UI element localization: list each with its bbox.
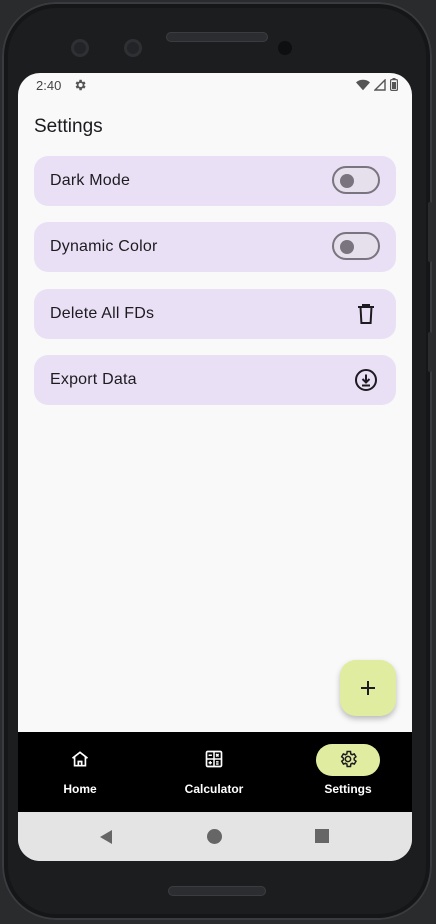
- back-icon[interactable]: [99, 829, 113, 845]
- status-time: 2:40: [36, 78, 62, 93]
- home-circle-icon[interactable]: [207, 829, 222, 844]
- signal-icon: [374, 78, 386, 91]
- setting-delete-all-fds[interactable]: Delete All FDs: [34, 289, 396, 339]
- front-sensor: [71, 39, 89, 57]
- system-navigation-bar: [18, 812, 412, 861]
- setting-dynamic-color[interactable]: Dynamic Color: [34, 222, 396, 272]
- calculator-icon: [205, 750, 223, 768]
- bottom-speaker: [168, 886, 266, 896]
- switch-knob: [340, 174, 354, 188]
- gear-icon: [340, 750, 357, 768]
- nav-label: Home: [63, 782, 97, 796]
- home-icon: [71, 751, 89, 767]
- add-fab-button[interactable]: [340, 660, 396, 716]
- setting-export-data[interactable]: Export Data: [34, 355, 396, 405]
- proximity-sensor: [278, 41, 292, 55]
- power-button: [428, 332, 432, 372]
- plus-icon: [361, 681, 375, 695]
- bottom-navigation: Home Calculator Settings: [18, 732, 412, 812]
- wifi-icon: [356, 79, 370, 90]
- download-circle-icon[interactable]: [354, 368, 378, 392]
- nav-item-home[interactable]: Home: [20, 732, 140, 812]
- trash-icon[interactable]: [354, 302, 378, 326]
- volume-button: [428, 202, 432, 262]
- gear-icon: [75, 79, 86, 91]
- nav-label: Settings: [324, 782, 372, 796]
- recents-icon[interactable]: [315, 829, 329, 843]
- setting-label: Dynamic Color: [50, 238, 158, 255]
- switch-knob: [340, 240, 354, 254]
- front-camera: [124, 39, 142, 57]
- earpiece-speaker: [166, 32, 268, 42]
- setting-label: Dark Mode: [50, 172, 131, 189]
- status-icons: [356, 78, 398, 91]
- battery-icon: [390, 78, 398, 91]
- setting-label: Export Data: [50, 371, 137, 388]
- setting-dark-mode[interactable]: Dark Mode: [34, 156, 396, 206]
- nav-label: Calculator: [184, 782, 244, 796]
- screen: 2:40 Settings Dark Mode Dynamic Color De…: [18, 73, 412, 861]
- dynamic-color-switch[interactable]: [332, 232, 380, 260]
- setting-label: Delete All FDs: [50, 305, 155, 322]
- dark-mode-switch[interactable]: [332, 166, 380, 194]
- page-title: Settings: [34, 116, 103, 137]
- nav-item-calculator[interactable]: Calculator: [154, 732, 274, 812]
- status-bar: 2:40: [18, 73, 412, 99]
- nav-item-settings[interactable]: Settings: [288, 732, 408, 812]
